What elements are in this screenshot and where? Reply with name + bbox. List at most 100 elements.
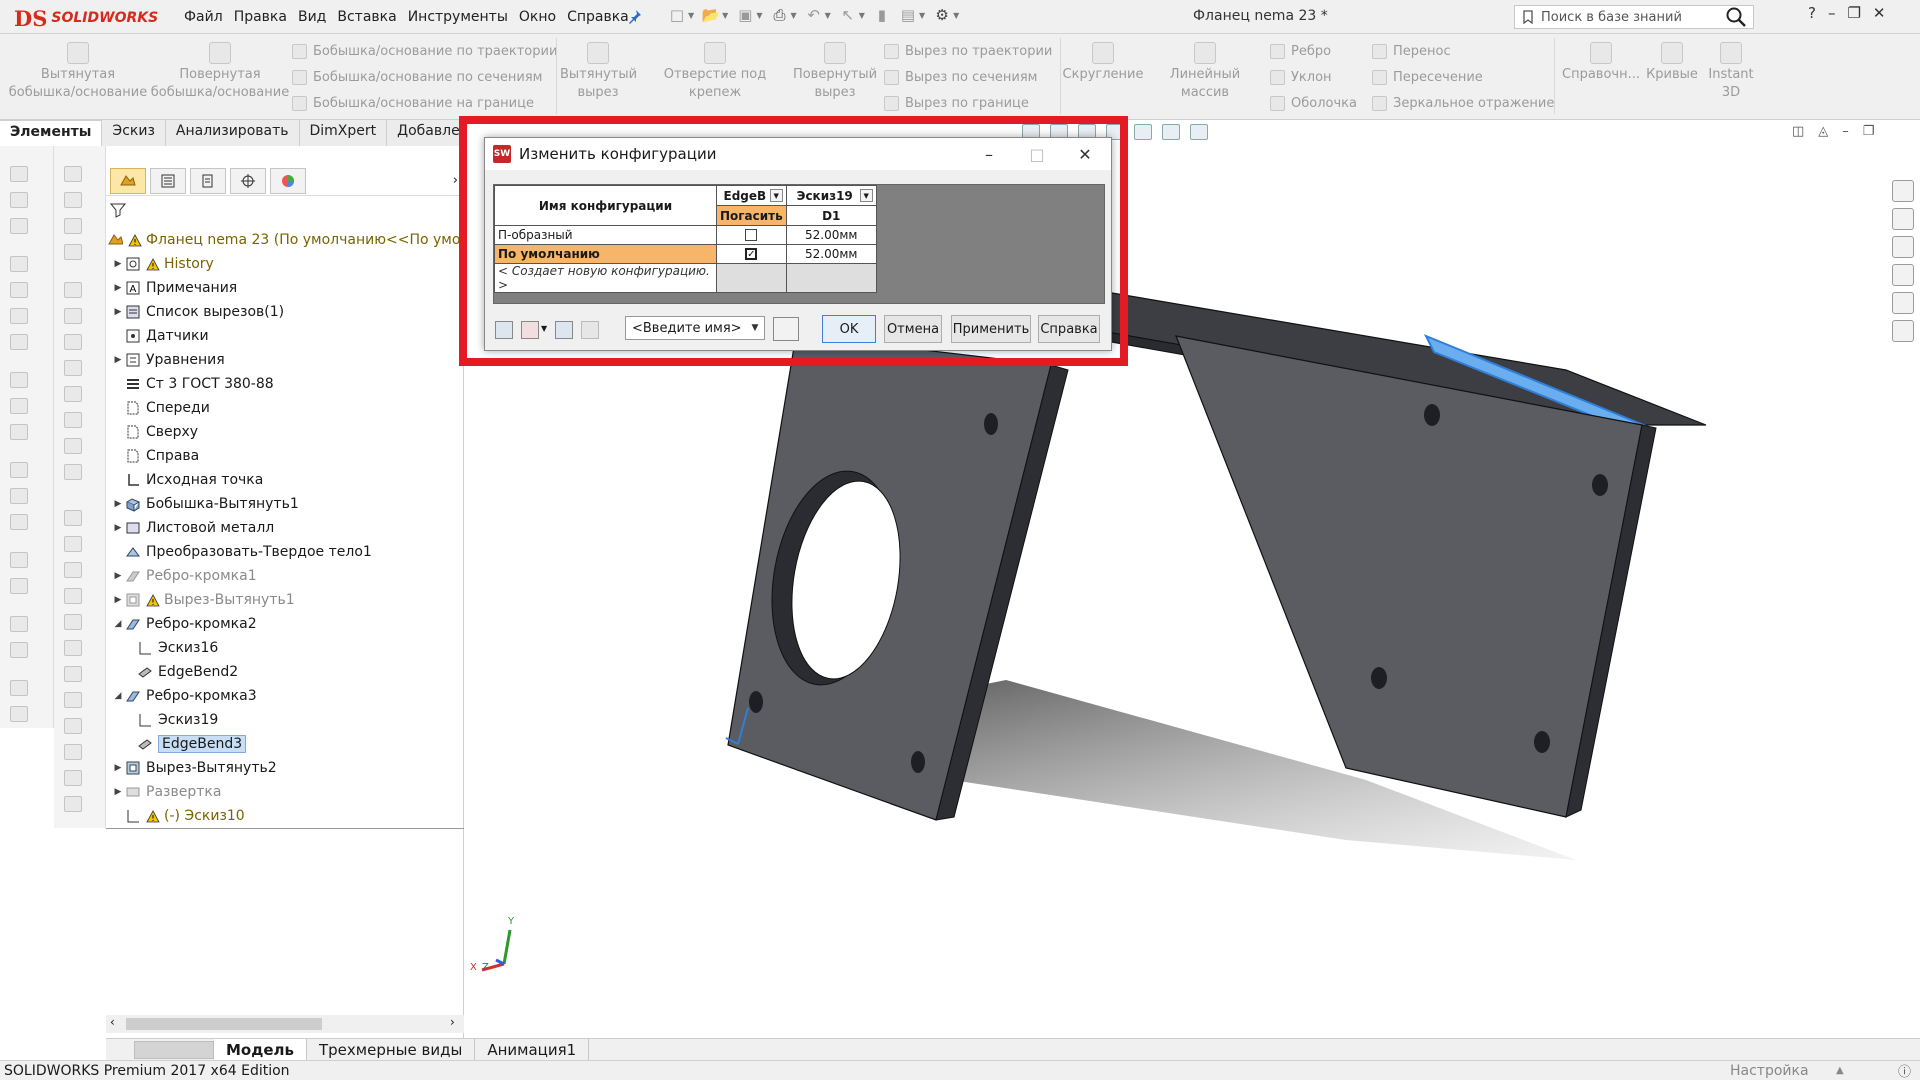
tab-features[interactable]: Элементы bbox=[0, 120, 103, 146]
tool-icon[interactable] bbox=[10, 616, 28, 632]
expand-arrow-icon[interactable]: ▶ bbox=[112, 595, 124, 605]
mirror-button[interactable]: Зеркальное отражение bbox=[1372, 92, 1554, 114]
tool-icon[interactable] bbox=[64, 796, 82, 812]
new-config-cell[interactable]: < Создает новую конфигурацию. > bbox=[494, 263, 717, 293]
tool-icon[interactable] bbox=[64, 192, 82, 208]
boundary-boss-button[interactable]: Бобышка/основание на границе bbox=[292, 92, 534, 114]
menu-tools[interactable]: Инструменты bbox=[408, 9, 518, 25]
tool-icon[interactable] bbox=[64, 244, 82, 260]
tool-icon[interactable] bbox=[10, 398, 28, 414]
tool-icon[interactable] bbox=[10, 706, 28, 722]
scrollbar-thumb[interactable] bbox=[126, 1018, 322, 1030]
copy-icon[interactable] bbox=[581, 321, 599, 339]
config-name-cell[interactable]: П-образный bbox=[494, 225, 717, 245]
dialog-minimize-icon[interactable]: – bbox=[965, 138, 1013, 170]
expand-arrow-icon[interactable]: ▶ bbox=[112, 787, 124, 797]
config-name-cell-active[interactable]: По умолчанию bbox=[494, 244, 717, 264]
file-properties-icon[interactable]: ▤ bbox=[899, 6, 917, 24]
undo-icon[interactable]: ↶ bbox=[805, 6, 823, 24]
solidworks-logo[interactable]: DS SOLIDWORKS bbox=[14, 6, 158, 31]
tool-icon[interactable] bbox=[10, 192, 28, 208]
swept-cut-button[interactable]: Вырез по траектории bbox=[884, 40, 1052, 62]
tree-item-cut-extrude2[interactable]: ▶ Вырез-Вытянуть2 bbox=[112, 756, 277, 780]
tool-icon[interactable] bbox=[64, 536, 82, 552]
expand-arrow-icon[interactable]: ▶ bbox=[112, 259, 124, 269]
dialog-close-icon[interactable]: ✕ bbox=[1061, 138, 1109, 170]
restore-icon[interactable]: ❐ bbox=[1847, 4, 1860, 22]
home-icon[interactable] bbox=[1892, 180, 1914, 202]
chevron-down-icon[interactable]: ▼ bbox=[756, 11, 762, 20]
tab-evaluate[interactable]: Анализировать bbox=[166, 120, 300, 146]
tool-icon[interactable] bbox=[10, 462, 28, 478]
d1-value-cell[interactable]: 52.00мм bbox=[785, 225, 877, 245]
chevron-down-icon[interactable]: ▼ bbox=[859, 188, 873, 202]
hole-wizard-button[interactable]: Отверстие под крепеж bbox=[640, 42, 790, 102]
tree-item-sketch16[interactable]: Эскиз16 bbox=[136, 636, 218, 660]
instant3d-button[interactable]: Instant 3D bbox=[1706, 42, 1756, 102]
tab-dimxpert[interactable]: DimXpert bbox=[300, 120, 388, 146]
feature-column-header[interactable]: EdgeB ▼ bbox=[716, 185, 787, 206]
file-explorer-icon[interactable] bbox=[1892, 264, 1914, 286]
table-row[interactable]: П-образный 52.00мм bbox=[494, 225, 877, 245]
tree-root-part[interactable]: Фланец nema 23 (По умолчанию<<По умо bbox=[106, 228, 460, 252]
menu-file[interactable]: Файл bbox=[184, 9, 233, 25]
tool-icon[interactable] bbox=[10, 166, 28, 182]
scroll-left-icon[interactable]: ‹ bbox=[110, 1015, 115, 1029]
extruded-boss-button[interactable]: Вытянутая бобышка/основание bbox=[8, 42, 148, 102]
appearance-icon[interactable] bbox=[1162, 124, 1180, 140]
tool-icon[interactable] bbox=[64, 438, 82, 454]
chevron-down-icon[interactable]: ▼ bbox=[825, 11, 831, 20]
rib-button[interactable]: Ребро bbox=[1270, 40, 1331, 62]
configuration-manager-tab[interactable] bbox=[190, 167, 226, 194]
select-icon[interactable]: ↖ bbox=[839, 6, 857, 24]
status-custom-text[interactable]: Настройка bbox=[1730, 1063, 1809, 1079]
resources-icon[interactable] bbox=[1892, 208, 1914, 230]
tool-icon[interactable] bbox=[10, 578, 28, 594]
tool-icon[interactable] bbox=[10, 680, 28, 696]
tab-animation1[interactable]: Анимация1 bbox=[475, 1038, 590, 1061]
display-manager-tab[interactable] bbox=[270, 167, 306, 194]
ok-button[interactable]: OK bbox=[822, 315, 876, 343]
expand-arrow-icon[interactable]: ▶ bbox=[112, 283, 124, 293]
print-icon[interactable]: ⎙ bbox=[770, 6, 788, 24]
chevron-down-icon[interactable]: ▼ bbox=[769, 188, 783, 202]
tree-item-history[interactable]: ▶ History bbox=[112, 252, 214, 276]
tree-item-edgebend2[interactable]: EdgeBend2 bbox=[136, 660, 238, 684]
traffic-light-icon[interactable] bbox=[521, 321, 539, 339]
tool-icon[interactable] bbox=[64, 718, 82, 734]
shell-button[interactable]: Оболочка bbox=[1270, 92, 1357, 114]
open-icon[interactable]: 📂 bbox=[702, 6, 721, 24]
lofted-boss-button[interactable]: Бобышка/основание по сечениям bbox=[292, 66, 543, 88]
restore-icon[interactable]: ❐ bbox=[1863, 124, 1875, 139]
tool-icon[interactable] bbox=[10, 552, 28, 568]
chevron-down-icon[interactable]: ▼ bbox=[919, 11, 925, 20]
chevron-down-icon[interactable]: ▼ bbox=[859, 11, 865, 20]
suppress-cell[interactable]: ✓ bbox=[716, 244, 787, 264]
dimxpert-manager-tab[interactable] bbox=[230, 167, 266, 194]
menu-window[interactable]: Окно bbox=[519, 9, 566, 25]
tool-icon[interactable] bbox=[64, 282, 82, 298]
tile-left-icon[interactable]: ◫ bbox=[1792, 124, 1804, 139]
tree-item-sheet-metal[interactable]: ▶ Листовой металл bbox=[112, 516, 275, 540]
tool-icon[interactable] bbox=[64, 666, 82, 682]
tool-icon[interactable] bbox=[10, 642, 28, 658]
reference-geometry-button[interactable]: Справочн... bbox=[1558, 42, 1644, 84]
tool-icon[interactable] bbox=[10, 514, 28, 530]
chevron-down-icon[interactable]: ▼ bbox=[541, 324, 547, 333]
d1-value-cell[interactable]: 52.00мм bbox=[785, 244, 877, 264]
tree-item-edge-flange3[interactable]: ◢ Ребро-кромка3 bbox=[112, 684, 257, 708]
save-table-icon[interactable] bbox=[773, 317, 799, 341]
tool-icon[interactable] bbox=[10, 424, 28, 440]
intersect-button[interactable]: Пересечение bbox=[1372, 66, 1483, 88]
expand-arrow-icon[interactable]: ▶ bbox=[112, 355, 124, 365]
expand-arrow-icon[interactable]: ▶ bbox=[112, 499, 124, 509]
tree-item-cut-extrude1[interactable]: ▶ Вырез-Вытянуть1 bbox=[112, 588, 295, 612]
apply-button[interactable]: Применить bbox=[951, 315, 1031, 343]
tree-item-edgebend3[interactable]: EdgeBend3 bbox=[136, 732, 247, 756]
suppress-cell[interactable] bbox=[716, 225, 787, 245]
swept-boss-button[interactable]: Бобышка/основание по траектории bbox=[292, 40, 557, 62]
tool-icon[interactable] bbox=[10, 256, 28, 272]
pin-icon[interactable] bbox=[627, 8, 643, 24]
menu-insert[interactable]: Вставка bbox=[337, 9, 406, 25]
tree-item-edge-flange2[interactable]: ◢ Ребро-кромка2 bbox=[112, 612, 257, 636]
